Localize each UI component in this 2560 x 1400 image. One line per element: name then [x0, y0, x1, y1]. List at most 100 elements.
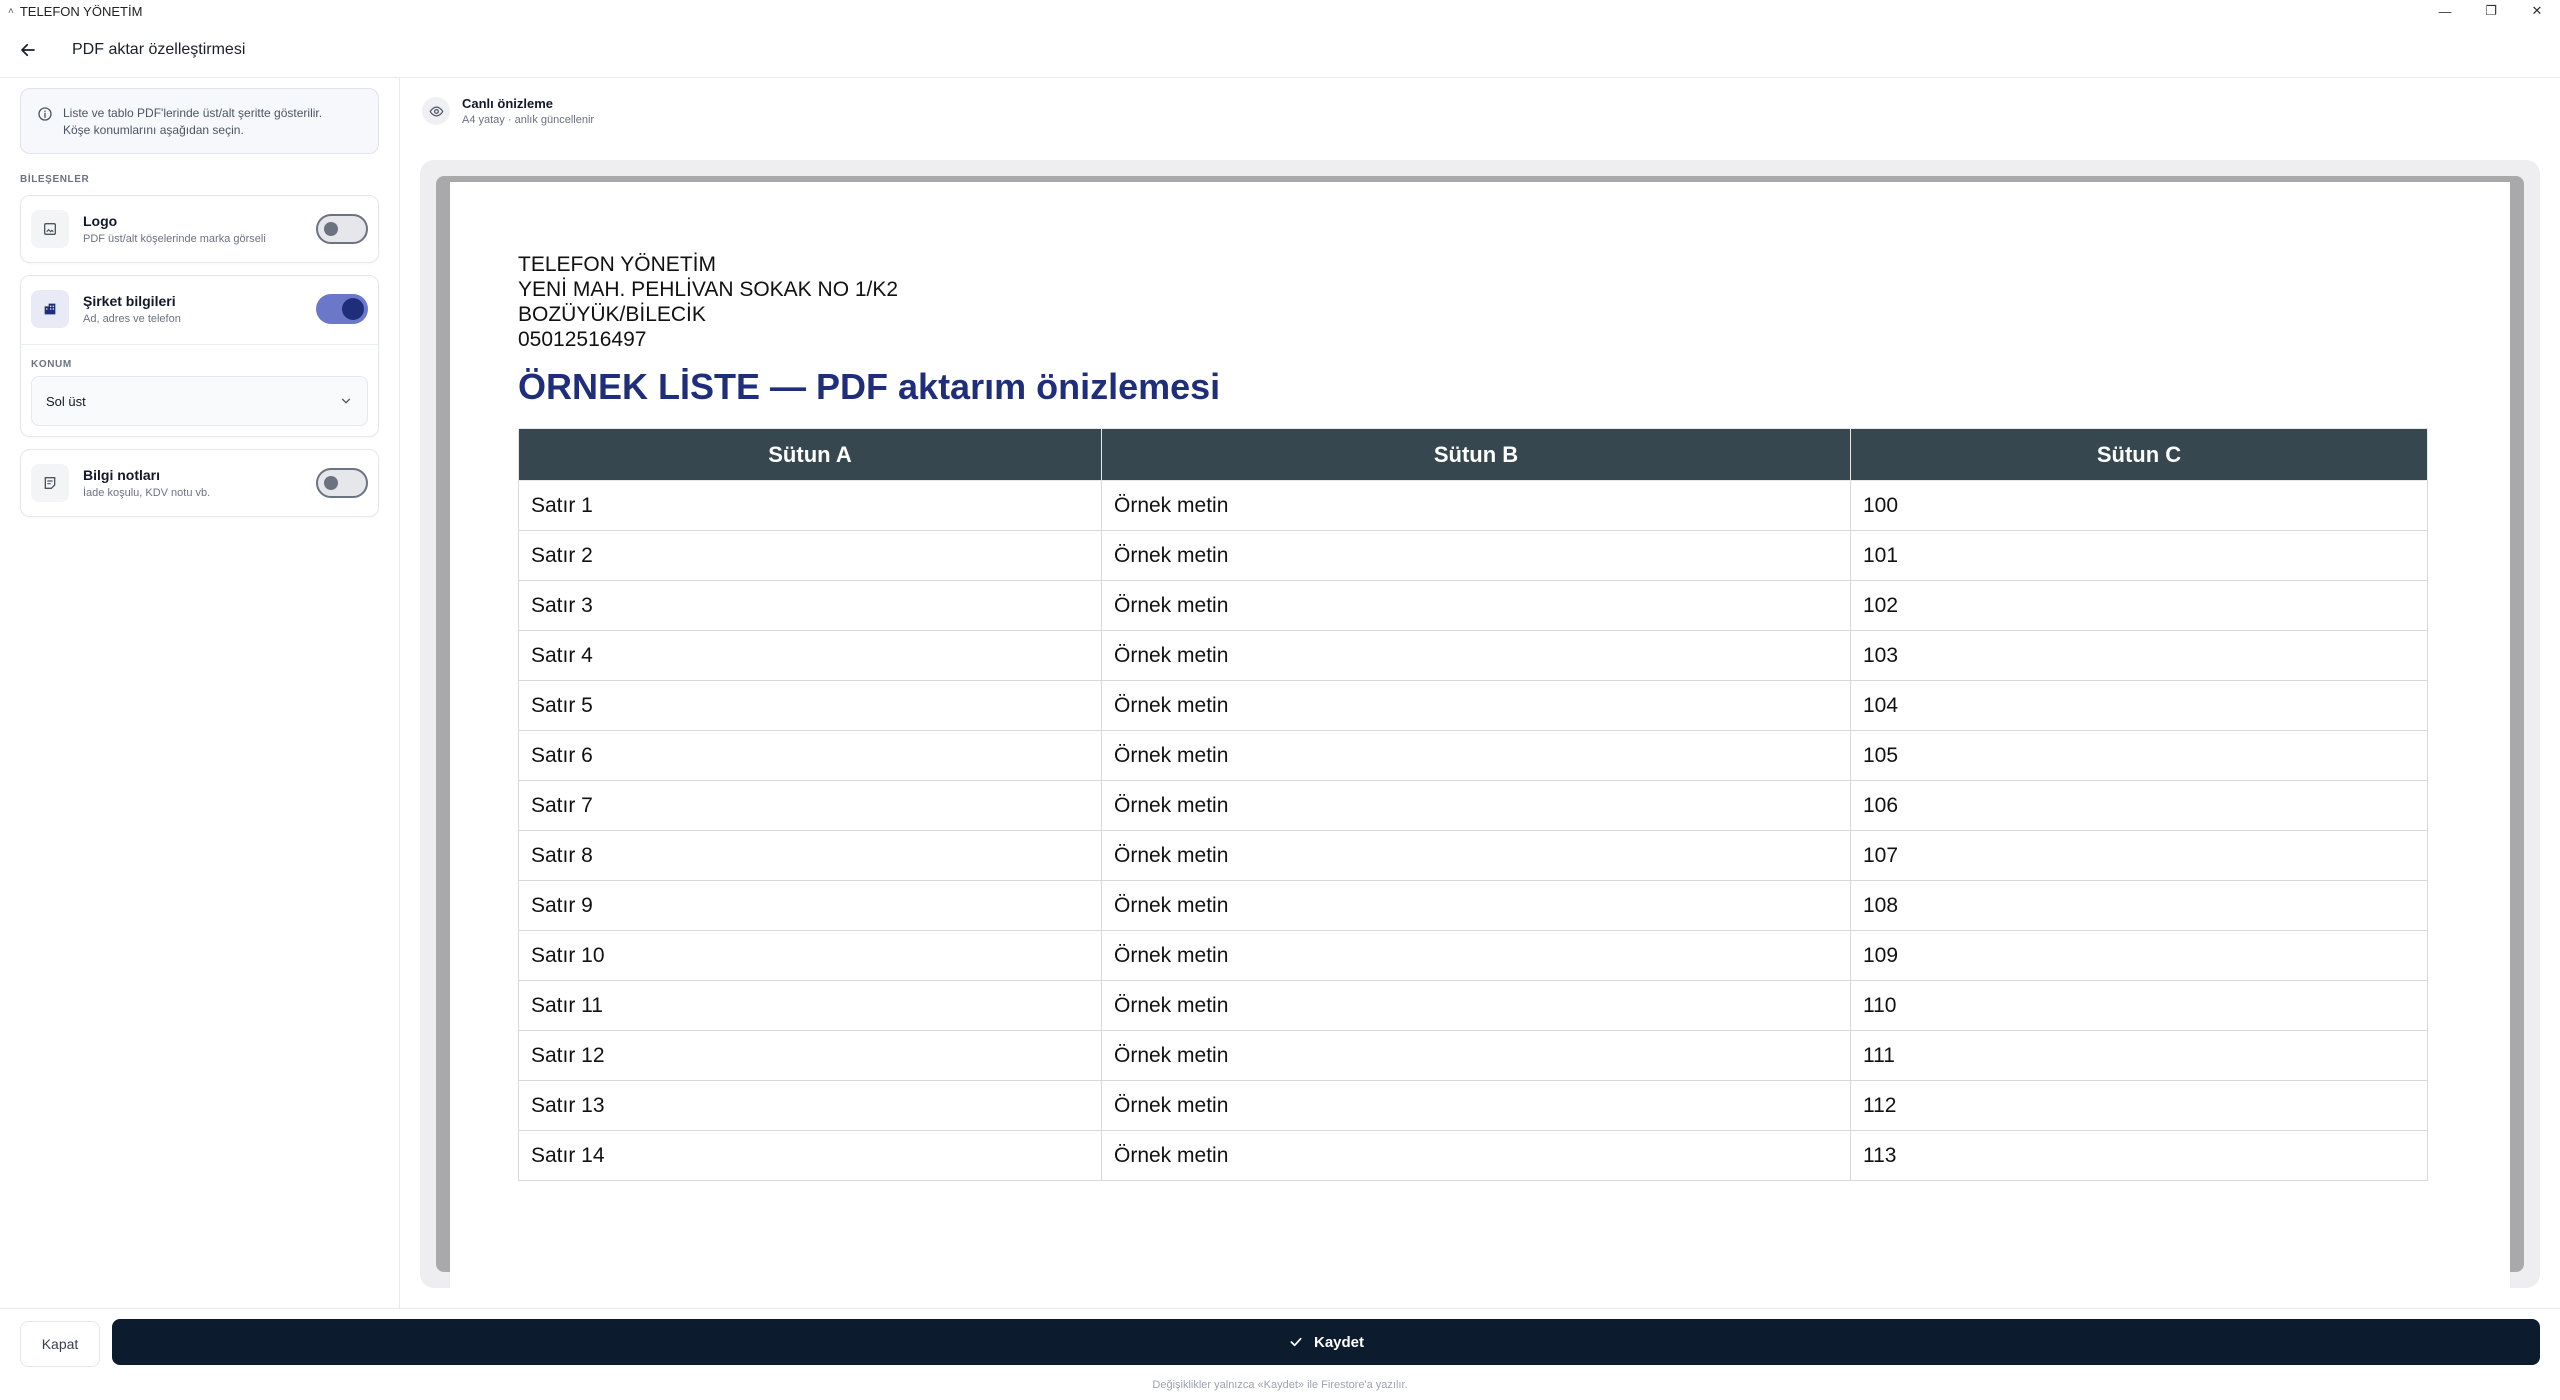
position-select-value: Sol üst	[46, 393, 86, 409]
company-card-title: Şirket bilgileri	[83, 293, 176, 309]
table-cell: Örnek metin	[1101, 530, 1851, 581]
table-cell: 104	[1850, 680, 2428, 731]
logo-card-icon-wrap	[31, 210, 69, 248]
components-section-label: BİLEŞENLER	[20, 174, 90, 185]
table-cell: 103	[1850, 630, 2428, 681]
window-title: TELEFON YÖNETİM	[19, 3, 143, 19]
document-title: ÖRNEK LİSTE — PDF aktarım önizlemesi	[518, 366, 1221, 407]
position-select[interactable]: Sol üst	[31, 376, 368, 426]
info-text-line-2: Köşe konumlarını aşağıdan seçin.	[63, 123, 244, 137]
toggle-knob	[342, 298, 364, 320]
info-notes-toggle[interactable]	[316, 468, 368, 498]
table-header-row: Sütun A Sütun B Sütun C	[518, 428, 2428, 481]
logo-toggle[interactable]	[316, 214, 368, 244]
company-address: YENİ MAH. PEHLİVAN SOKAK NO 1/K2	[518, 278, 899, 301]
info-notes-card: Bilgi notları İade koşulu, KDV notu vb.	[20, 449, 379, 517]
table-cell: Satır 11	[518, 980, 1102, 1031]
toggle-knob	[324, 476, 338, 490]
preview-header-texts: Canlı önizleme A4 yatay · anlık güncelle…	[462, 96, 594, 126]
table-cell: Örnek metin	[1101, 580, 1851, 631]
preview-header: Canlı önizleme A4 yatay · anlık güncelle…	[400, 90, 2560, 132]
card-divider	[21, 344, 378, 345]
company-card-icon-wrap	[31, 290, 69, 328]
column-header: Sütun B	[1101, 428, 1851, 481]
column-header: Sütun A	[518, 428, 1102, 481]
table-row: Satır 1 Örnek metin 100	[518, 480, 2428, 531]
preview-table: Sütun A Sütun B Sütun C Satır 1 Örnek met…	[518, 428, 2428, 1181]
notes-card-title: Bilgi notları	[83, 467, 160, 483]
table-cell: Örnek metin	[1101, 630, 1851, 681]
table-cell: Satır 14	[518, 1130, 1102, 1181]
app-header: PDF aktar özelleştirmesi	[0, 22, 2560, 78]
close-window-button[interactable]: ✕	[2514, 0, 2560, 22]
paper-backdrop: TELEFON YÖNETİM YENİ MAH. PEHLİVAN SOKAK…	[436, 176, 2524, 1288]
table-cell: Örnek metin	[1101, 1130, 1851, 1181]
table-cell: 107	[1850, 830, 2428, 881]
table-cell: Örnek metin	[1101, 1080, 1851, 1131]
save-button[interactable]: Kaydet	[112, 1319, 2540, 1365]
close-button[interactable]: Kapat	[20, 1321, 100, 1367]
live-preview-panel: Canlı önizleme A4 yatay · anlık güncelle…	[400, 78, 2560, 1308]
company-info-toggle[interactable]	[316, 294, 368, 324]
column-header: Sütun C	[1850, 428, 2428, 481]
position-field-label: KONUM	[31, 359, 72, 370]
title-bar: ˄ TELEFON YÖNETİM — ❐ ✕	[0, 0, 2560, 22]
logo-card: Logo PDF üst/alt köşelerinde marka görse…	[20, 195, 379, 263]
back-button[interactable]	[0, 22, 56, 78]
table-head: Sütun A Sütun B Sütun C	[518, 428, 2428, 481]
table-cell: 110	[1850, 980, 2428, 1031]
table-cell: 100	[1850, 480, 2428, 531]
logo-card-subtitle: PDF üst/alt köşelerinde marka görseli	[83, 233, 266, 245]
chevron-down-icon	[341, 398, 351, 404]
notes-card-subtitle: İade koşulu, KDV notu vb.	[83, 487, 211, 499]
table-cell: 109	[1850, 930, 2428, 981]
table-row: Satır 2 Örnek metin 101	[518, 530, 2428, 581]
table-cell: 113	[1850, 1130, 2428, 1181]
company-info-card-row: Şirket bilgileri Ad, adres ve telefon	[31, 286, 368, 332]
company-name: TELEFON YÖNETİM	[518, 253, 716, 276]
toggle-knob	[324, 222, 338, 236]
table-cell: Satır 2	[518, 530, 1102, 581]
logo-card-row: Logo PDF üst/alt köşelerinde marka görse…	[31, 206, 368, 252]
table-cell: Örnek metin	[1101, 730, 1851, 781]
maximize-button[interactable]: ❐	[2468, 0, 2514, 22]
bottom-action-bar: Kapat Kaydet Değişiklikler yalnızca «Kay…	[0, 1308, 2560, 1400]
table-cell: 101	[1850, 530, 2428, 581]
table-cell: 106	[1850, 780, 2428, 831]
info-box: Liste ve tablo PDF'lerinde üst/alt şerit…	[20, 88, 379, 154]
preview-subtitle: A4 yatay · anlık güncellenir	[462, 114, 595, 126]
info-icon	[38, 107, 52, 121]
company-phone: 05012516497	[518, 328, 647, 351]
table-cell: Örnek metin	[1101, 980, 1851, 1031]
table-cell: Örnek metin	[1101, 480, 1851, 531]
table-cell: Satır 9	[518, 880, 1102, 931]
pdf-page: TELEFON YÖNETİM YENİ MAH. PEHLİVAN SOKAK…	[450, 182, 2510, 1288]
table-row: Satır 14 Örnek metin 113	[518, 1130, 2428, 1181]
table-cell: Örnek metin	[1101, 780, 1851, 831]
table-row: Satır 4 Örnek metin 103	[518, 630, 2428, 681]
settings-sidebar: Liste ve tablo PDF'lerinde üst/alt şerit…	[0, 78, 400, 1308]
company-card-texts: Şirket bilgileri Ad, adres ve telefon	[83, 293, 316, 325]
image-icon	[44, 223, 56, 235]
table-cell: Örnek metin	[1101, 930, 1851, 981]
footer-note: Değişiklikler yalnızca «Kaydet» ile Fire…	[1152, 1379, 1408, 1391]
paper-frame: TELEFON YÖNETİM YENİ MAH. PEHLİVAN SOKAK…	[420, 160, 2540, 1288]
table-row: Satır 6 Örnek metin 105	[518, 730, 2428, 781]
app-menu-chevron-icon[interactable]: ˄	[8, 6, 14, 17]
info-text-line-1: Liste ve tablo PDF'lerinde üst/alt şerit…	[63, 106, 323, 120]
table-cell: Satır 4	[518, 630, 1102, 681]
table-row: Satır 5 Örnek metin 104	[518, 680, 2428, 731]
page-title: PDF aktar özelleştirmesi	[72, 40, 246, 58]
minimize-button[interactable]: —	[2422, 0, 2468, 22]
note-icon	[44, 477, 56, 489]
check-icon	[1290, 1337, 1302, 1347]
notes-card-icon-wrap	[31, 464, 69, 502]
table-row: Satır 7 Örnek metin 106	[518, 780, 2428, 831]
info-notes-card-row: Bilgi notları İade koşulu, KDV notu vb.	[31, 460, 368, 506]
table-row: Satır 11 Örnek metin 110	[518, 980, 2428, 1031]
notes-card-texts: Bilgi notları İade koşulu, KDV notu vb.	[83, 467, 316, 499]
logo-card-title: Logo	[83, 213, 118, 229]
table-cell: Örnek metin	[1101, 830, 1851, 881]
table-body: Satır 1 Örnek metin 100 Satır 2 Örnek metin 1…	[518, 480, 2428, 1181]
table-cell: Satır 8	[518, 830, 1102, 881]
